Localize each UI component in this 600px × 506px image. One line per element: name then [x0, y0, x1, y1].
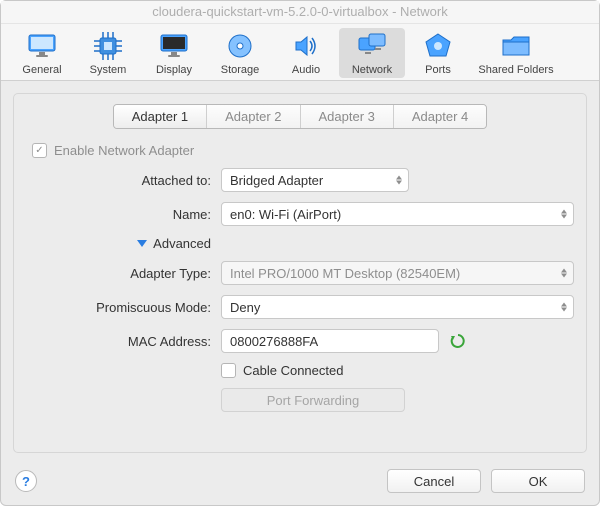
window-title: cloudera-quickstart-vm-5.2.0-0-virtualbo…: [1, 1, 599, 24]
toolbar-ports[interactable]: Ports: [405, 28, 471, 78]
promiscuous-mode-select[interactable]: Deny: [221, 295, 574, 319]
cancel-button[interactable]: Cancel: [387, 469, 481, 493]
help-button[interactable]: ?: [15, 470, 37, 492]
adapter-type-select[interactable]: Intel PRO/1000 MT Desktop (82540EM): [221, 261, 574, 285]
tab-adapter-3[interactable]: Adapter 3: [301, 105, 394, 128]
audio-icon: [288, 30, 324, 62]
chip-icon: [90, 30, 126, 62]
refresh-icon: [450, 333, 466, 349]
enable-network-adapter-checkbox[interactable]: ✓ Enable Network Adapter: [32, 143, 194, 158]
chevron-up-down-icon: [561, 210, 567, 219]
check-icon: ✓: [221, 363, 236, 378]
chevron-up-down-icon: [561, 303, 567, 312]
name-select[interactable]: en0: Wi-Fi (AirPort): [221, 202, 574, 226]
tab-adapter-1[interactable]: Adapter 1: [114, 105, 207, 128]
adapter-type-label: Adapter Type:: [26, 266, 221, 281]
mac-address-label: MAC Address:: [26, 334, 221, 349]
triangle-down-icon: [137, 240, 147, 247]
mac-address-field[interactable]: 0800276888FA: [221, 329, 439, 353]
toolbar-audio[interactable]: Audio: [273, 28, 339, 78]
footer: ? Cancel OK: [1, 465, 599, 505]
advanced-disclosure[interactable]: Advanced: [137, 236, 211, 251]
ports-icon: [420, 30, 456, 62]
display-icon: [156, 30, 192, 62]
attached-to-select[interactable]: Bridged Adapter: [221, 168, 409, 192]
storage-icon: [222, 30, 258, 62]
cable-connected-checkbox[interactable]: ✓ Cable Connected: [221, 363, 343, 378]
attached-to-label: Attached to:: [26, 173, 221, 188]
ok-button[interactable]: OK: [491, 469, 585, 493]
tab-adapter-2[interactable]: Adapter 2: [207, 105, 300, 128]
chevron-up-down-icon: [561, 269, 567, 278]
name-label: Name:: [26, 207, 221, 222]
check-icon: ✓: [32, 143, 47, 158]
network-icon: [354, 30, 390, 62]
promiscuous-mode-label: Promiscuous Mode:: [26, 300, 221, 315]
toolbar-network[interactable]: Network: [339, 28, 405, 78]
folder-icon: [498, 30, 534, 62]
toolbar-system[interactable]: System: [75, 28, 141, 78]
monitor-icon: [24, 30, 60, 62]
settings-panel: Adapter 1 Adapter 2 Adapter 3 Adapter 4 …: [13, 93, 587, 453]
chevron-up-down-icon: [396, 176, 402, 185]
tab-adapter-4[interactable]: Adapter 4: [394, 105, 486, 128]
toolbar-display[interactable]: Display: [141, 28, 207, 78]
toolbar-general[interactable]: General: [9, 28, 75, 78]
port-forwarding-button[interactable]: Port Forwarding: [221, 388, 405, 412]
toolbar-storage[interactable]: Storage: [207, 28, 273, 78]
adapter-tabs: Adapter 1 Adapter 2 Adapter 3 Adapter 4: [113, 104, 488, 129]
refresh-mac-button[interactable]: [449, 332, 467, 350]
toolbar-shared-folders[interactable]: Shared Folders: [471, 28, 561, 78]
toolbar: General System Display Storage Audio: [1, 24, 599, 81]
